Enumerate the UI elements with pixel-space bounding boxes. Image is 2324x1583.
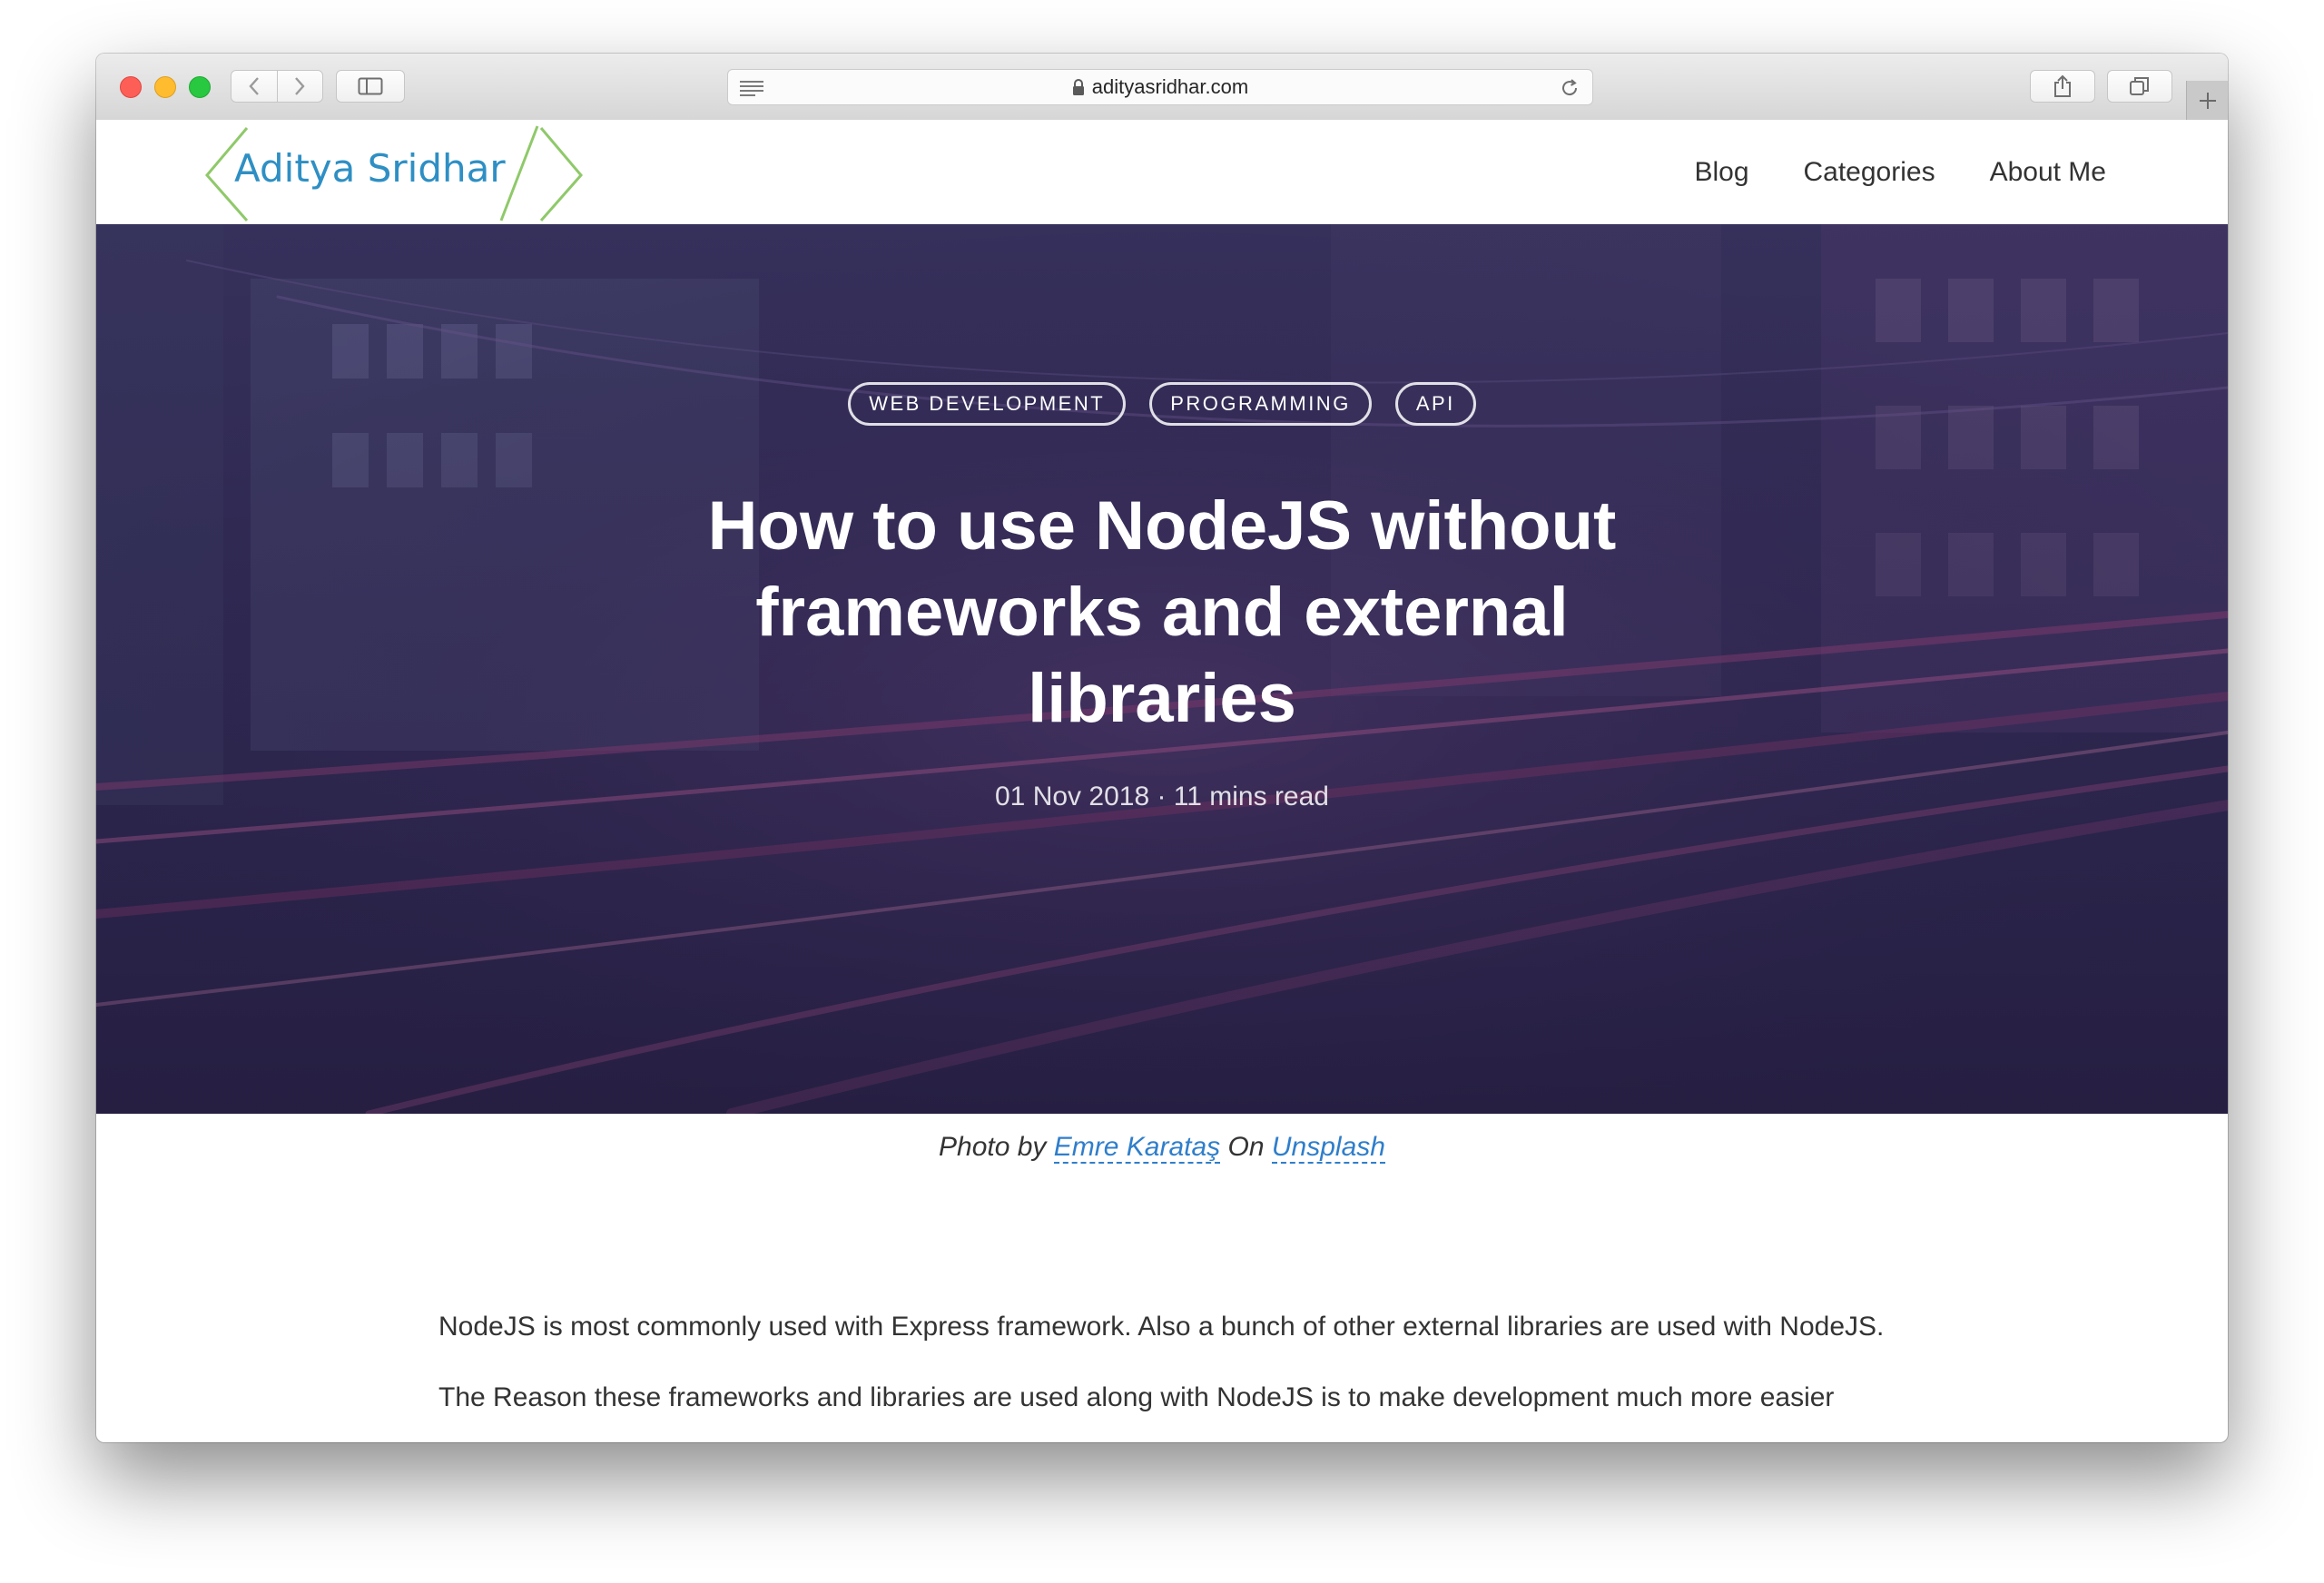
- zoom-window-button[interactable]: [189, 76, 211, 98]
- reader-icon[interactable]: [739, 79, 764, 97]
- back-button[interactable]: [231, 71, 277, 102]
- nav-blog[interactable]: Blog: [1694, 157, 1748, 188]
- nav-about-me[interactable]: About Me: [1990, 157, 2106, 188]
- tag-list: WEB DEVELOPMENT PROGRAMMING API: [96, 382, 2228, 426]
- content-paragraph: NodeJS is most commonly used with Expres…: [438, 1312, 1885, 1342]
- back-icon: [249, 77, 259, 95]
- nav-categories[interactable]: Categories: [1804, 157, 1935, 188]
- post-meta: 01 Nov 2018 · 11 mins read: [995, 782, 1329, 811]
- sidebar-button[interactable]: [336, 70, 405, 103]
- browser-toolbar: adityasridhar.com: [96, 54, 2228, 121]
- post-title-line: libraries: [1028, 660, 1296, 737]
- browser-window: adityasridhar.com Aditya Sridhar Blog Ca…: [96, 54, 2228, 1442]
- photographer-link[interactable]: Emre Karataş: [1053, 1132, 1221, 1164]
- site-logo[interactable]: Aditya Sridhar: [203, 124, 585, 222]
- logo-text: Aditya Sridhar: [234, 146, 506, 191]
- content-paragraph: The Reason these frameworks and librarie…: [438, 1382, 1835, 1412]
- close-window-button[interactable]: [120, 76, 142, 98]
- history-nav-group: [231, 70, 323, 103]
- post-title-line: frameworks and external: [755, 574, 1569, 651]
- lock-icon: [1072, 79, 1084, 95]
- photo-caption: Photo by Emre Karataş On Unsplash: [96, 1132, 2228, 1164]
- sidebar-icon: [358, 77, 383, 95]
- url-text: adityasridhar.com: [1091, 75, 1249, 98]
- forward-button[interactable]: [276, 71, 323, 102]
- share-button[interactable]: [2030, 70, 2095, 103]
- minimize-window-button[interactable]: [154, 76, 176, 98]
- tabs-icon: [2130, 77, 2149, 95]
- unsplash-link[interactable]: Unsplash: [1271, 1132, 1385, 1164]
- reload-icon[interactable]: [1560, 78, 1580, 98]
- hero-banner: WEB DEVELOPMENT PROGRAMMING API How to u…: [96, 224, 2228, 1114]
- plus-icon: [2200, 92, 2216, 109]
- address-bar[interactable]: adityasridhar.com: [727, 69, 1593, 105]
- caption-prefix: Photo by: [939, 1132, 1054, 1162]
- show-tabs-button[interactable]: [2107, 70, 2172, 103]
- tag-api[interactable]: API: [1394, 382, 1476, 426]
- tag-programming[interactable]: PROGRAMMING: [1149, 382, 1372, 426]
- caption-middle: On: [1220, 1132, 1272, 1162]
- post-title-line: How to use NodeJS without: [707, 487, 1617, 565]
- tag-web-development[interactable]: WEB DEVELOPMENT: [848, 382, 1127, 426]
- site-header: Aditya Sridhar Blog Categories About Me: [96, 120, 2228, 224]
- main-nav: Blog Categories About Me: [1694, 120, 2106, 224]
- new-tab-button[interactable]: [2186, 81, 2228, 120]
- post-title: How to use NodeJS without frameworks and…: [96, 483, 2228, 742]
- share-icon: [2054, 74, 2071, 97]
- post-content: NodeJS is most commonly used with Expres…: [438, 1306, 1973, 1442]
- forward-icon: [295, 77, 305, 95]
